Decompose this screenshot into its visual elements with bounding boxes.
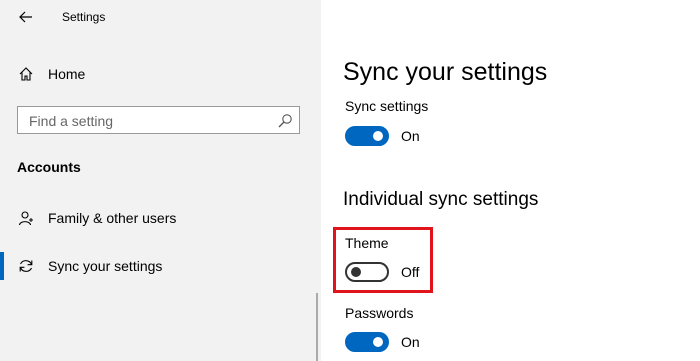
passwords-state: On — [401, 334, 420, 350]
toggle-knob — [373, 337, 383, 347]
search-icon — [278, 114, 292, 128]
toggle-knob — [373, 131, 383, 141]
search-placeholder: Find a setting — [29, 113, 114, 129]
sidebar-item-home[interactable]: Home — [0, 54, 321, 94]
page-title: Sync your settings — [343, 58, 548, 86]
theme-toggle[interactable] — [345, 262, 389, 282]
person-icon — [16, 208, 36, 228]
title-bar: Settings — [0, 0, 321, 36]
theme-label: Theme — [345, 235, 389, 251]
sidebar-item-family-users[interactable]: Family & other users — [0, 198, 321, 238]
passwords-label: Passwords — [345, 305, 414, 321]
search-input[interactable]: Find a setting — [17, 106, 300, 134]
sidebar: Settings Home Find a setting Accounts Fa… — [0, 0, 321, 361]
app-title: Settings — [62, 10, 106, 24]
sync-settings-label: Sync settings — [345, 98, 429, 114]
back-button[interactable] — [14, 6, 38, 28]
passwords-toggle[interactable] — [345, 332, 389, 352]
sync-icon — [16, 256, 36, 276]
theme-state: Off — [401, 264, 420, 280]
sync-settings-toggle[interactable] — [345, 126, 389, 146]
home-label: Home — [48, 66, 86, 82]
toggle-knob — [351, 267, 361, 277]
sidebar-item-sync[interactable]: Sync your settings — [0, 246, 321, 286]
sidebar-item-label: Family & other users — [48, 210, 177, 226]
individual-sync-heading: Individual sync settings — [343, 189, 539, 210]
home-icon — [16, 64, 36, 84]
main-content: Sync your settings Sync settings On Indi… — [321, 0, 700, 361]
sidebar-scrollbar[interactable] — [316, 293, 318, 361]
sidebar-item-label: Sync your settings — [48, 258, 163, 274]
section-title-accounts: Accounts — [17, 159, 81, 175]
back-arrow-icon — [19, 11, 32, 23]
sync-settings-state: On — [401, 128, 420, 144]
